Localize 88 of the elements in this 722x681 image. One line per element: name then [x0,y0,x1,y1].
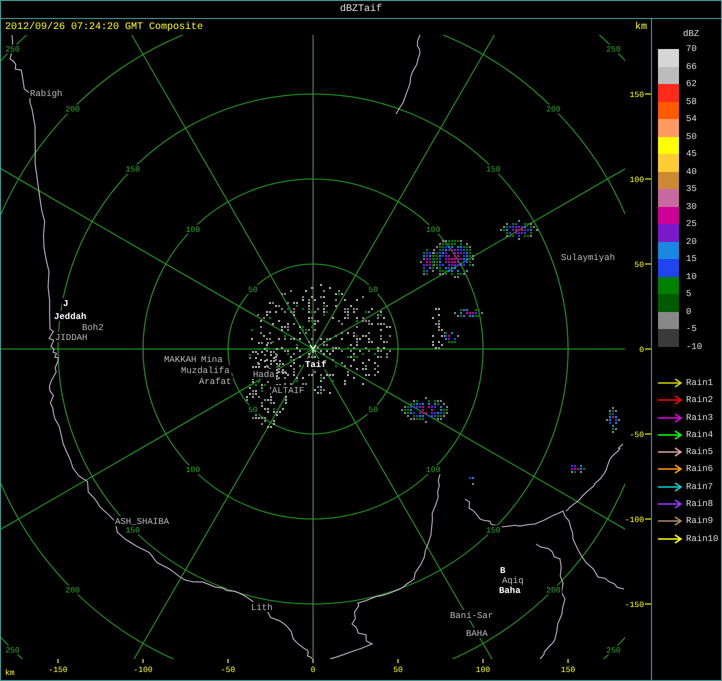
axis-tick-label: 50 [634,261,644,270]
range-ring-label: 50 [368,406,378,416]
axis-tick-label: -50 [630,431,644,440]
axis-tick-label: 100 [630,176,644,185]
range-ring-label: 250 [5,46,20,55]
track-label: Rain2 [686,395,714,406]
scale-label: 0 [686,306,692,316]
axis-unit-label: km [5,669,15,678]
axis-tick-label: -150 [48,666,68,675]
range-ring-label: 100 [186,466,200,476]
place-label: Aqiq [502,576,524,586]
scale-label: 20 [686,236,697,246]
radar-site-icon [309,344,317,354]
axis-tick-label: -100 [133,666,153,675]
track-label: Rain10 [686,534,718,544]
window-title: dBZTaif [340,4,382,15]
range-ring-label: 150 [126,526,140,536]
axis-tick-label: 0 [310,666,316,675]
axis-tick-label: -50 [220,666,236,675]
axis-tick-label: 0 [639,346,644,355]
scale-label: 70 [686,44,697,54]
scale-label: 15 [686,254,697,264]
place-label: Hada [253,370,275,380]
range-ring-label: 50 [248,286,258,295]
scale-label: 5 [686,289,692,299]
axis-tick-label: 50 [393,666,403,675]
track-label: Rain7 [686,482,714,492]
timestamp-label: 2012/09/26 07:24:20 GMT Composite [5,22,204,32]
range-ring-label: 250 [5,646,20,656]
scale-label: 40 [686,166,697,176]
track-label: Rain5 [686,447,714,458]
scale-label: 62 [686,79,697,89]
range-ring-label: 150 [486,166,500,175]
range-ring-label: 250 [606,646,621,656]
axis-tick-label: 150 [630,91,644,100]
place-label: Bani-Sar [450,611,494,621]
scale-label: 54 [686,114,697,124]
axis-tick-label: 100 [476,666,490,675]
range-ring-label: 100 [426,466,440,476]
place-label: ASH_SHAIBA [115,517,170,527]
legend-title: dBZ [683,29,700,39]
axis-tick-label: -150 [625,601,644,610]
place-label: Lith [251,603,273,613]
place-label: Mina [201,355,223,365]
range-ring-label: 200 [546,106,561,115]
place-label: Jeddah [54,312,86,322]
scale-label: 50 [686,132,697,142]
track-label: Rain8 [686,499,714,510]
range-ring-label: 200 [65,586,80,596]
place-label: Taif [305,360,327,370]
range-ring-label: 100 [426,226,440,235]
track-label: Rain9 [686,516,714,526]
scale-label: 25 [686,219,697,229]
scale-label: 66 [686,62,697,72]
place-label: B [500,566,506,576]
scale-label: 35 [686,184,697,194]
scale-label: -5 [686,324,697,334]
track-label: Rain6 [686,464,714,474]
range-ring-label: 100 [186,226,200,235]
scale-label: 10 [686,272,697,282]
track-label: Rain3 [686,412,714,423]
place-label: J [63,299,68,309]
axis-tick-label: -100 [625,516,644,525]
axis-tick-label: 150 [560,666,576,675]
place-label: MAKKAH [164,355,196,365]
place-label: Rabigh [30,89,62,99]
track-label: Rain4 [686,430,714,440]
scale-label: 30 [686,202,697,212]
place-label: Baha [499,586,521,596]
scale-label: 45 [686,149,697,159]
range-ring-label: 200 [546,586,561,596]
place-label: Boh2 [82,323,104,333]
range-ring-label: 200 [65,106,80,115]
scale-label: -10 [686,342,702,352]
scale-label: 58 [686,96,697,106]
place-label: JIDDAH [55,333,88,343]
range-ring-label: 50 [248,406,258,416]
place-label: BAHA [466,629,488,639]
place-label: ALTAIF [272,386,304,396]
range-ring-label: 250 [606,46,621,55]
range-ring-label: 150 [486,526,500,536]
place-label: Muzdalifa [181,366,230,376]
range-ring-label: 50 [368,286,378,295]
track-label: Rain1 [686,378,714,388]
place-label: Arafat [199,377,232,387]
unit-label: km [634,22,647,32]
range-ring-label: 150 [126,166,140,175]
place-label: Sulaymiyah [561,253,616,263]
